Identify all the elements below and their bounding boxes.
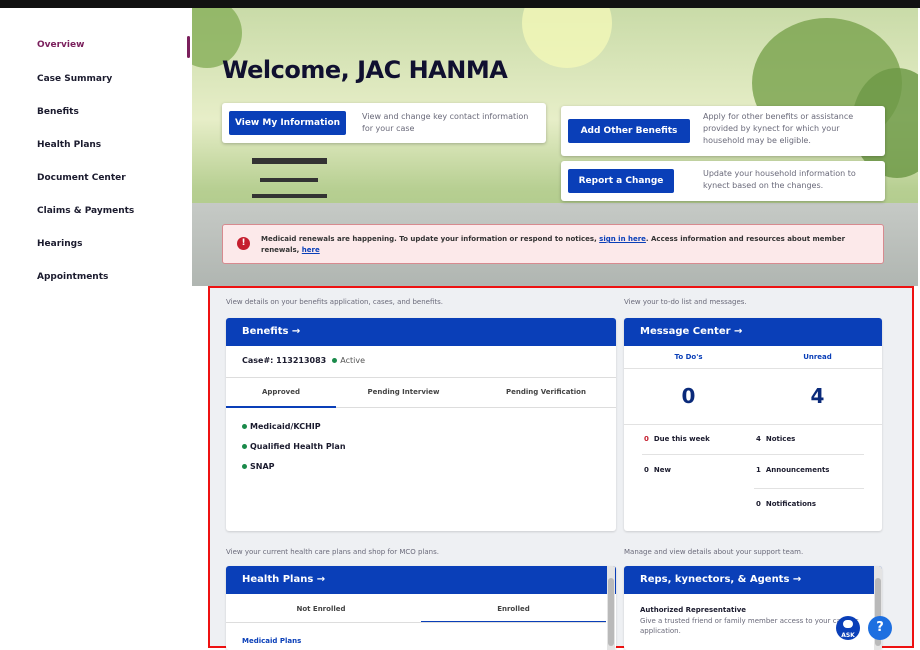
case-number: Case#: 113213083 Active (242, 356, 365, 365)
view-info-card: View My Information View and change key … (222, 103, 546, 143)
todos-column-header[interactable]: To Do's (624, 353, 753, 361)
benefits-panel: Benefits → Case#: 113213083 Active Approv… (226, 318, 616, 531)
notices-item[interactable]: 4 Notices (756, 435, 795, 443)
sidebar-nav: Overview Case Summary Benefits Health Pl… (2, 8, 192, 650)
help-button[interactable]: ? (868, 616, 892, 640)
notifications-item[interactable]: 0 Notifications (756, 500, 816, 508)
alert-exclamation-icon: ! (237, 237, 250, 250)
sidebar-item-case-summary[interactable]: Case Summary (37, 74, 112, 84)
new-item[interactable]: 0 New (644, 466, 671, 474)
due-this-week-item[interactable]: 0 Due this week (644, 435, 710, 443)
welcome-hero: Welcome, JAC HANMA View My Information V… (192, 8, 918, 286)
sidebar-item-overview[interactable]: Overview (37, 40, 84, 50)
tab-pending-verification[interactable]: Pending Verification (476, 388, 616, 396)
list-bullet (242, 424, 247, 429)
alert-message: Medicaid renewals are happening. To upda… (261, 235, 846, 254)
divider (642, 454, 864, 455)
divider (624, 368, 882, 369)
sidebar-item-hearings[interactable]: Hearings (37, 239, 82, 249)
tab-divider (226, 622, 606, 623)
report-a-change-button[interactable]: Report a Change (568, 169, 674, 193)
view-my-information-button[interactable]: View My Information (229, 111, 346, 135)
tab-not-enrolled[interactable]: Not Enrolled (226, 605, 416, 613)
renewals-here-link[interactable]: here (302, 246, 320, 254)
list-item: Medicaid/KCHIP (242, 422, 321, 431)
sidebar-item-document-center[interactable]: Document Center (37, 173, 126, 183)
unread-column-header[interactable]: Unread (753, 353, 882, 361)
sidebar-item-claims-payments[interactable]: Claims & Payments (37, 206, 134, 216)
tab-pending-interview[interactable]: Pending Interview (336, 388, 471, 396)
list-item: Qualified Health Plan (242, 442, 346, 451)
todo-count[interactable]: 0 (624, 384, 753, 408)
view-info-description: View and change key contact information … (362, 112, 529, 133)
medicaid-renewal-alert: ! Medicaid renewals are happening. To up… (222, 224, 884, 264)
active-status-dot (332, 358, 338, 363)
bench-illustration (252, 158, 327, 198)
scrollbar-thumb[interactable] (608, 578, 614, 646)
list-item: SNAP (242, 462, 275, 471)
add-other-benefits-button[interactable]: Add Other Benefits (568, 119, 690, 143)
benefits-panel-header[interactable]: Benefits → (226, 318, 616, 346)
health-plans-header[interactable]: Health Plans → (226, 566, 616, 594)
unread-count[interactable]: 4 (753, 384, 882, 408)
hero-sun-decoration (522, 8, 612, 68)
dashboard-main: View details on your benefits applicatio… (208, 286, 914, 650)
announcements-item[interactable]: 1 Announcements (756, 466, 829, 474)
sidebar-item-appointments[interactable]: Appointments (37, 272, 108, 282)
tab-approved[interactable]: Approved (226, 388, 336, 396)
divider (754, 488, 864, 489)
report-change-description: Update your household information to kyn… (703, 169, 856, 190)
reps-header[interactable]: Reps, kynectors, & Agents → (624, 566, 882, 594)
todo-section-note: View your to-do list and messages. (624, 298, 747, 306)
authorized-rep-description: Give a trusted friend or family member a… (640, 617, 859, 635)
health-section-note: View your current health care plans and … (226, 548, 439, 556)
report-change-card: Report a Change Update your household in… (561, 161, 885, 201)
divider (624, 424, 882, 425)
message-center-header[interactable]: Message Center → (624, 318, 882, 346)
window-top-bar (0, 0, 920, 8)
chat-bubble-icon (843, 620, 853, 628)
sidebar-item-health-plans[interactable]: Health Plans (37, 140, 101, 150)
list-bullet (242, 464, 247, 469)
support-section-note: Manage and view details about your suppo… (624, 548, 804, 556)
sidebar-active-indicator (187, 36, 190, 58)
benefits-section-note: View details on your benefits applicatio… (226, 298, 443, 306)
chat-ask-button[interactable]: ASK (836, 616, 860, 640)
health-plans-panel: Health Plans → Not Enrolled Enrolled Med… (226, 566, 616, 650)
list-bullet (242, 444, 247, 449)
tab-divider-top (226, 377, 616, 378)
add-benefits-card: Add Other Benefits Apply for other benef… (561, 106, 885, 156)
sign-in-here-link[interactable]: sign in here (599, 235, 646, 243)
sidebar-item-benefits[interactable]: Benefits (37, 107, 79, 117)
add-benefits-description: Apply for other benefits or assistance p… (703, 112, 854, 145)
medicaid-plans-link[interactable]: Medicaid Plans (242, 637, 301, 645)
tab-enrolled[interactable]: Enrolled (421, 605, 606, 613)
tab-active-indicator (226, 406, 336, 408)
case-status-badge: Active (332, 356, 365, 365)
page-title: Welcome, JAC HANMA (222, 56, 508, 84)
authorized-rep-title: Authorized Representative (640, 606, 747, 614)
message-center-panel: Message Center → To Do's Unread 0 4 0 Due… (624, 318, 882, 531)
